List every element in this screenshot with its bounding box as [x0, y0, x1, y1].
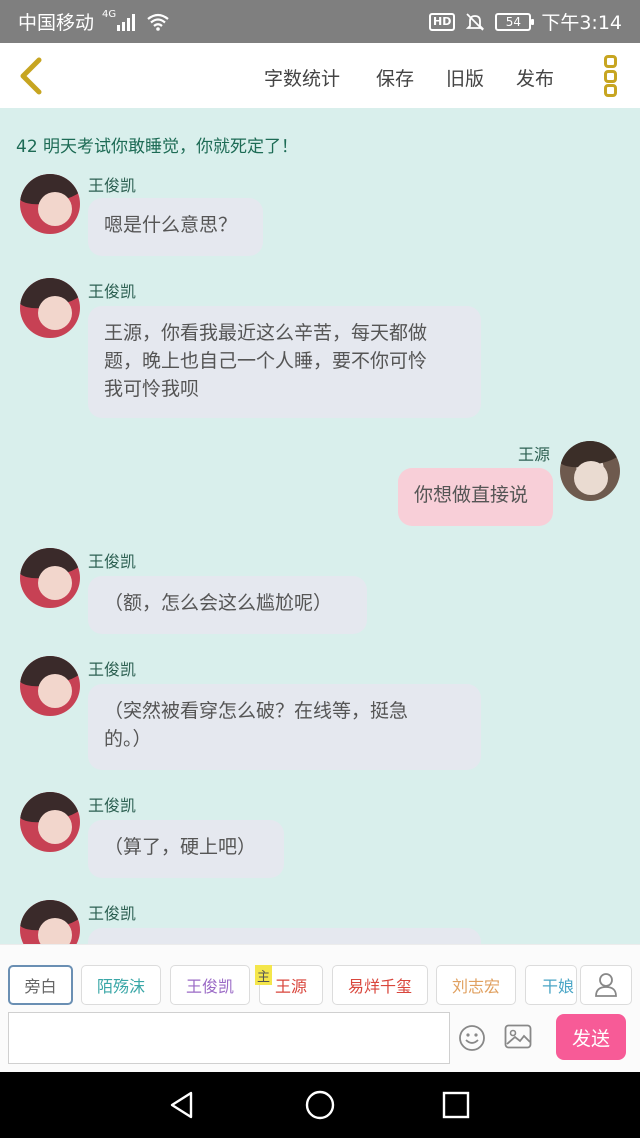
role-label: 旁白: [24, 977, 57, 996]
message-line: 题，晚上也自己一个人睡，要不你可怜: [104, 350, 428, 372]
emoji-icon[interactable]: [458, 1024, 486, 1052]
recents-square-icon[interactable]: [439, 1088, 473, 1122]
message-bubble[interactable]: 王源，你看我最近这么辛苦，每天都做 题，晚上也自己一个人睡，要不你可怜 我可怜我…: [88, 306, 481, 418]
avatar[interactable]: [20, 792, 80, 852]
more-vertical-icon[interactable]: [596, 53, 624, 99]
message-text: 你想做直接说: [414, 484, 529, 506]
top-toolbar: 字数统计 保存 旧版 发布: [0, 43, 640, 108]
system-nav-bar: [0, 1072, 640, 1138]
hd-icon: HD: [428, 12, 456, 31]
chat-area[interactable]: 42 明天考试你敢睡觉，你就死定了！ 王俊凯 嗯是什么意思？ 王俊凯 王源，你看…: [0, 108, 640, 944]
status-bar: 中国移动 4G HD 54 下午3:14: [0, 0, 640, 43]
message-text: 嗯是什么意思？: [104, 214, 238, 236]
wifi-icon: [146, 13, 170, 31]
publish-button[interactable]: 发布: [516, 64, 554, 91]
back-triangle-icon[interactable]: [165, 1088, 199, 1122]
carrier-label: 中国移动: [18, 12, 95, 34]
role-chip[interactable]: 陌殇沫: [81, 965, 161, 1005]
sender-name: 王俊凯: [88, 660, 137, 679]
role-label: 干娘: [542, 977, 575, 996]
role-label: 易烊千玺: [347, 977, 412, 996]
sender-name: 王俊凯: [88, 904, 137, 923]
message-bubble[interactable]: （额，怎么会这么尴尬呢）: [88, 576, 367, 634]
message-bubble[interactable]: 嗯是什么意思？: [88, 198, 263, 256]
battery-level: 54: [505, 14, 521, 29]
mute-bell-icon: [465, 12, 485, 32]
message-text: （算了，硬上吧）: [104, 836, 257, 858]
role-selector-bar: 旁白 陌殇沫 王俊凯 王源 主 易烊千玺 刘志宏 干娘: [0, 944, 640, 1008]
role-label: 王源: [274, 977, 307, 996]
sender-name: 王俊凯: [88, 552, 137, 571]
chevron-left-icon: [20, 57, 42, 95]
input-bar: 发送: [0, 1008, 640, 1072]
send-button[interactable]: 发送: [556, 1014, 626, 1060]
message-line: 王源，你看我最近这么辛苦，每天都做: [104, 322, 428, 344]
sender-name: 王俊凯: [88, 282, 137, 301]
user-icon[interactable]: [580, 965, 632, 1005]
battery-icon: 54: [495, 12, 535, 31]
role-label: 刘志宏: [451, 977, 500, 996]
signal-icon: 4G: [102, 9, 138, 31]
avatar[interactable]: [20, 656, 80, 716]
old-version-button[interactable]: 旧版: [446, 64, 484, 91]
host-badge: 主: [255, 965, 272, 985]
sender-name: 王俊凯: [88, 176, 137, 195]
sender-name: 王俊凯: [88, 796, 137, 815]
role-label: 王俊凯: [185, 977, 234, 996]
back-button[interactable]: [12, 55, 52, 97]
message-text: （额，怎么会这么尴尬呢）: [104, 592, 333, 614]
save-button[interactable]: 保存: [376, 64, 414, 91]
image-icon[interactable]: [504, 1024, 532, 1050]
role-chip[interactable]: 干娘: [525, 965, 577, 1005]
message-bubble[interactable]: （算了，硬上吧）: [88, 820, 284, 878]
role-chip[interactable]: 易烊千玺: [332, 965, 428, 1005]
word-count-button[interactable]: 字数统计: [264, 64, 340, 91]
message-line: （突然被看穿怎么破？在线等，挺急: [104, 700, 409, 722]
network-type: 4G: [102, 9, 117, 20]
message-bubble[interactable]: 你想做直接说: [398, 468, 553, 526]
clock: 下午3:14: [541, 12, 622, 34]
message-input[interactable]: [8, 1012, 450, 1064]
avatar[interactable]: [20, 174, 80, 234]
avatar[interactable]: [20, 900, 80, 944]
role-chip[interactable]: 刘志宏: [436, 965, 516, 1005]
avatar[interactable]: [560, 441, 620, 501]
chapter-title: 42 明天考试你敢睡觉，你就死定了！: [16, 137, 299, 157]
avatar[interactable]: [20, 548, 80, 608]
role-chip-narrator[interactable]: 旁白: [8, 965, 73, 1005]
message-bubble[interactable]: （突然被看穿怎么破？在线等，挺急 的。）: [88, 684, 481, 770]
sender-name: 王源: [518, 445, 551, 464]
avatar[interactable]: [20, 278, 80, 338]
message-bubble[interactable]: [88, 928, 481, 944]
message-line: 我可怜我呗: [104, 378, 200, 400]
home-circle-icon[interactable]: [303, 1088, 337, 1122]
message-line: 的。）: [104, 728, 152, 750]
role-label: 陌殇沫: [96, 977, 145, 996]
role-chip[interactable]: 王俊凯: [170, 965, 250, 1005]
